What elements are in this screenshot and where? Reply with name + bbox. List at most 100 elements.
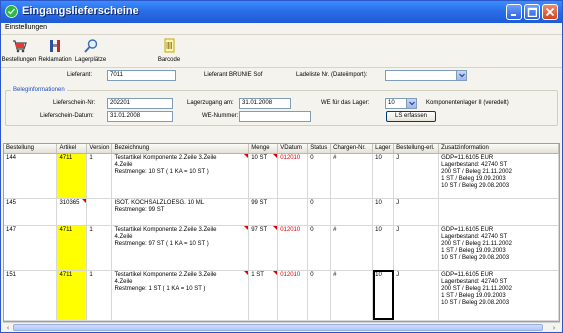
cell-menge[interactable]: 99 ST (248, 198, 279, 226)
ls-erfassen-button[interactable]: LS erfassen (386, 111, 436, 122)
cell-version[interactable]: 1 (86, 225, 113, 271)
we-nummer-input[interactable] (239, 111, 311, 122)
cell-status[interactable]: 0 (307, 225, 332, 271)
cell-bestellung-erl[interactable]: J (393, 153, 440, 199)
artikel-text: 310365 (59, 199, 80, 206)
cell-bestellung[interactable]: 144 (4, 153, 58, 199)
lieferant-label: Lieferant: (67, 72, 93, 78)
app-icon (5, 5, 18, 18)
cell-artikel[interactable]: 4711 (56, 153, 88, 199)
lagerplaetze-button[interactable]: Lagerplätze (73, 36, 108, 67)
bezeichnung-text: Testartikel Komponente 2.Zeile 3.Zeile 4… (114, 226, 217, 247)
scrollbar-thumb[interactable] (13, 324, 543, 331)
cell-chargen[interactable]: # (330, 153, 374, 199)
table-row[interactable]: 151 4711 1 Testartikel Komponente 2.Zeil… (4, 270, 559, 321)
lieferant-input[interactable]: 7011 (107, 70, 176, 81)
cell-vdatum[interactable] (277, 198, 309, 226)
cell-bestellung[interactable]: 151 (4, 270, 58, 321)
col-header-vdatum[interactable]: VDatum (277, 144, 309, 154)
cell-bestellung-erl[interactable]: J (393, 270, 440, 321)
col-header-bestellung-erl[interactable]: Bestellung-erl. (393, 144, 440, 154)
col-header-status[interactable]: Status (307, 144, 332, 154)
cell-bezeichnung[interactable]: Testartikel Komponente 2.Zeile 3.Zeile 4… (111, 153, 250, 199)
cell-vdatum[interactable]: 012010 (277, 153, 309, 199)
cell-status[interactable]: 0 (307, 198, 332, 226)
cell-zusatzinformation[interactable] (438, 198, 559, 226)
bestellungen-label: Bestellungen (1, 57, 37, 63)
col-header-bestellung[interactable]: Bestellung (4, 144, 58, 154)
reklamation-button[interactable]: Reklamation (38, 36, 72, 67)
col-header-menge[interactable]: Menge (248, 144, 279, 154)
cell-lager-selected[interactable]: 10 (372, 270, 395, 321)
col-header-artikel[interactable]: Artikel (56, 144, 88, 154)
cell-status[interactable]: 0 (307, 153, 332, 199)
reklamation-label: Reklamation (38, 57, 72, 63)
return-icon (50, 40, 60, 52)
menu-einstellungen[interactable]: Einstellungen (5, 24, 47, 31)
cell-menge[interactable]: 10 ST (248, 153, 279, 199)
cell-zusatzinformation[interactable]: GDP=11.6105 EUR Lagerbestand: 42740 ST 2… (438, 225, 559, 271)
barcode-button[interactable]: Barcode (155, 36, 183, 67)
cell-lager[interactable]: 10 (372, 225, 395, 271)
cell-vdatum[interactable]: 012010 (277, 270, 309, 321)
lagerzugang-input[interactable]: 31.01.2008 (239, 98, 291, 109)
cell-bezeichnung[interactable]: ISOT. KOCHSALZLOESG. 10 ML Restmenge: 99… (111, 198, 250, 226)
cell-bestellung-erl[interactable]: J (393, 198, 440, 226)
cell-menge[interactable]: 97 ST (248, 225, 279, 271)
cell-menge[interactable]: 1 ST (248, 270, 279, 321)
cell-bestellung-erl[interactable]: J (393, 225, 440, 271)
title-bar[interactable]: Eingangslieferscheine (1, 1, 562, 23)
toolbar: Bestellungen Reklamation Lagerplätze Bar… (1, 36, 562, 68)
cell-chargen[interactable] (330, 198, 374, 226)
lieferschein-nr-input[interactable]: 202201 (107, 98, 173, 109)
comment-marker (244, 270, 248, 275)
group-title: Beleginformationen (11, 87, 67, 93)
cell-chargen[interactable]: # (330, 225, 374, 271)
cell-bestellung[interactable]: 145 (4, 198, 58, 226)
cell-lager[interactable]: 10 (372, 198, 395, 226)
we-lager-dropdown-button[interactable] (406, 99, 416, 108)
we-lager-select[interactable]: 10 (385, 98, 417, 109)
cell-version[interactable]: 1 (86, 270, 113, 321)
maximize-button[interactable] (524, 4, 540, 20)
cell-bezeichnung[interactable]: Testartikel Komponente 2.Zeile 3.Zeile 4… (111, 225, 250, 271)
lieferschein-datum-input[interactable]: 31.01.2008 (107, 111, 173, 122)
we-lager-value: 10 (388, 100, 395, 106)
ladeliste-select[interactable] (385, 70, 467, 81)
cell-vdatum[interactable]: 012010 (277, 225, 309, 271)
menge-text: 1 ST (251, 271, 264, 278)
close-icon (545, 7, 555, 17)
cell-status[interactable]: 0 (307, 270, 332, 321)
cell-artikel[interactable]: 4711 (56, 225, 88, 271)
scroll-left-icon[interactable]: ‹ (4, 324, 12, 332)
cell-version[interactable]: 1 (86, 153, 113, 199)
ladeliste-dropdown-button[interactable] (456, 71, 466, 80)
cell-artikel[interactable]: 4711 (56, 270, 88, 321)
scroll-right-icon[interactable]: › (550, 324, 558, 332)
col-header-lager[interactable]: Lager (372, 144, 395, 154)
cell-bestellung[interactable]: 147 (4, 225, 58, 271)
col-header-zusatzinformation[interactable]: Zusatzinformation (438, 144, 559, 154)
magnifier-icon (83, 39, 97, 53)
cell-version[interactable] (86, 198, 113, 226)
lieferschein-datum-label: Lieferschein-Datum: (40, 113, 94, 119)
table-row[interactable]: 144 4711 1 Testartikel Komponente 2.Zeil… (4, 153, 559, 199)
col-header-chargen[interactable]: Chargen-Nr. (330, 144, 374, 154)
barcode-icon (164, 38, 175, 53)
cell-bezeichnung[interactable]: Testartikel Komponente 2.Zeile 3.Zeile 4… (111, 270, 250, 321)
table-row[interactable]: 145 310365 ISOT. KOCHSALZLOESG. 10 ML Re… (4, 198, 559, 226)
window-title: Eingangslieferscheine (22, 5, 139, 17)
positions-grid[interactable]: Bestellung Artikel Version Bezeichnung M… (3, 143, 560, 322)
cell-artikel[interactable]: 310365 (56, 198, 88, 226)
cell-zusatzinformation[interactable]: GDP=11.6105 EUR Lagerbestand: 42740 ST 2… (438, 153, 559, 199)
minimize-button[interactable] (506, 4, 522, 20)
horizontal-scrollbar[interactable]: ‹ › (3, 322, 560, 332)
col-header-version[interactable]: Version (86, 144, 113, 154)
close-button[interactable] (542, 4, 558, 20)
bestellungen-button[interactable]: Bestellungen (1, 36, 37, 67)
cell-chargen[interactable]: # (330, 270, 374, 321)
col-header-bezeichnung[interactable]: Bezeichnung (111, 144, 250, 154)
table-row[interactable]: 147 4711 1 Testartikel Komponente 2.Zeil… (4, 225, 559, 271)
cell-lager[interactable]: 10 (372, 153, 395, 199)
cell-zusatzinformation[interactable]: GDP=11.6105 EUR Lagerbestand: 42740 ST 2… (438, 270, 559, 321)
